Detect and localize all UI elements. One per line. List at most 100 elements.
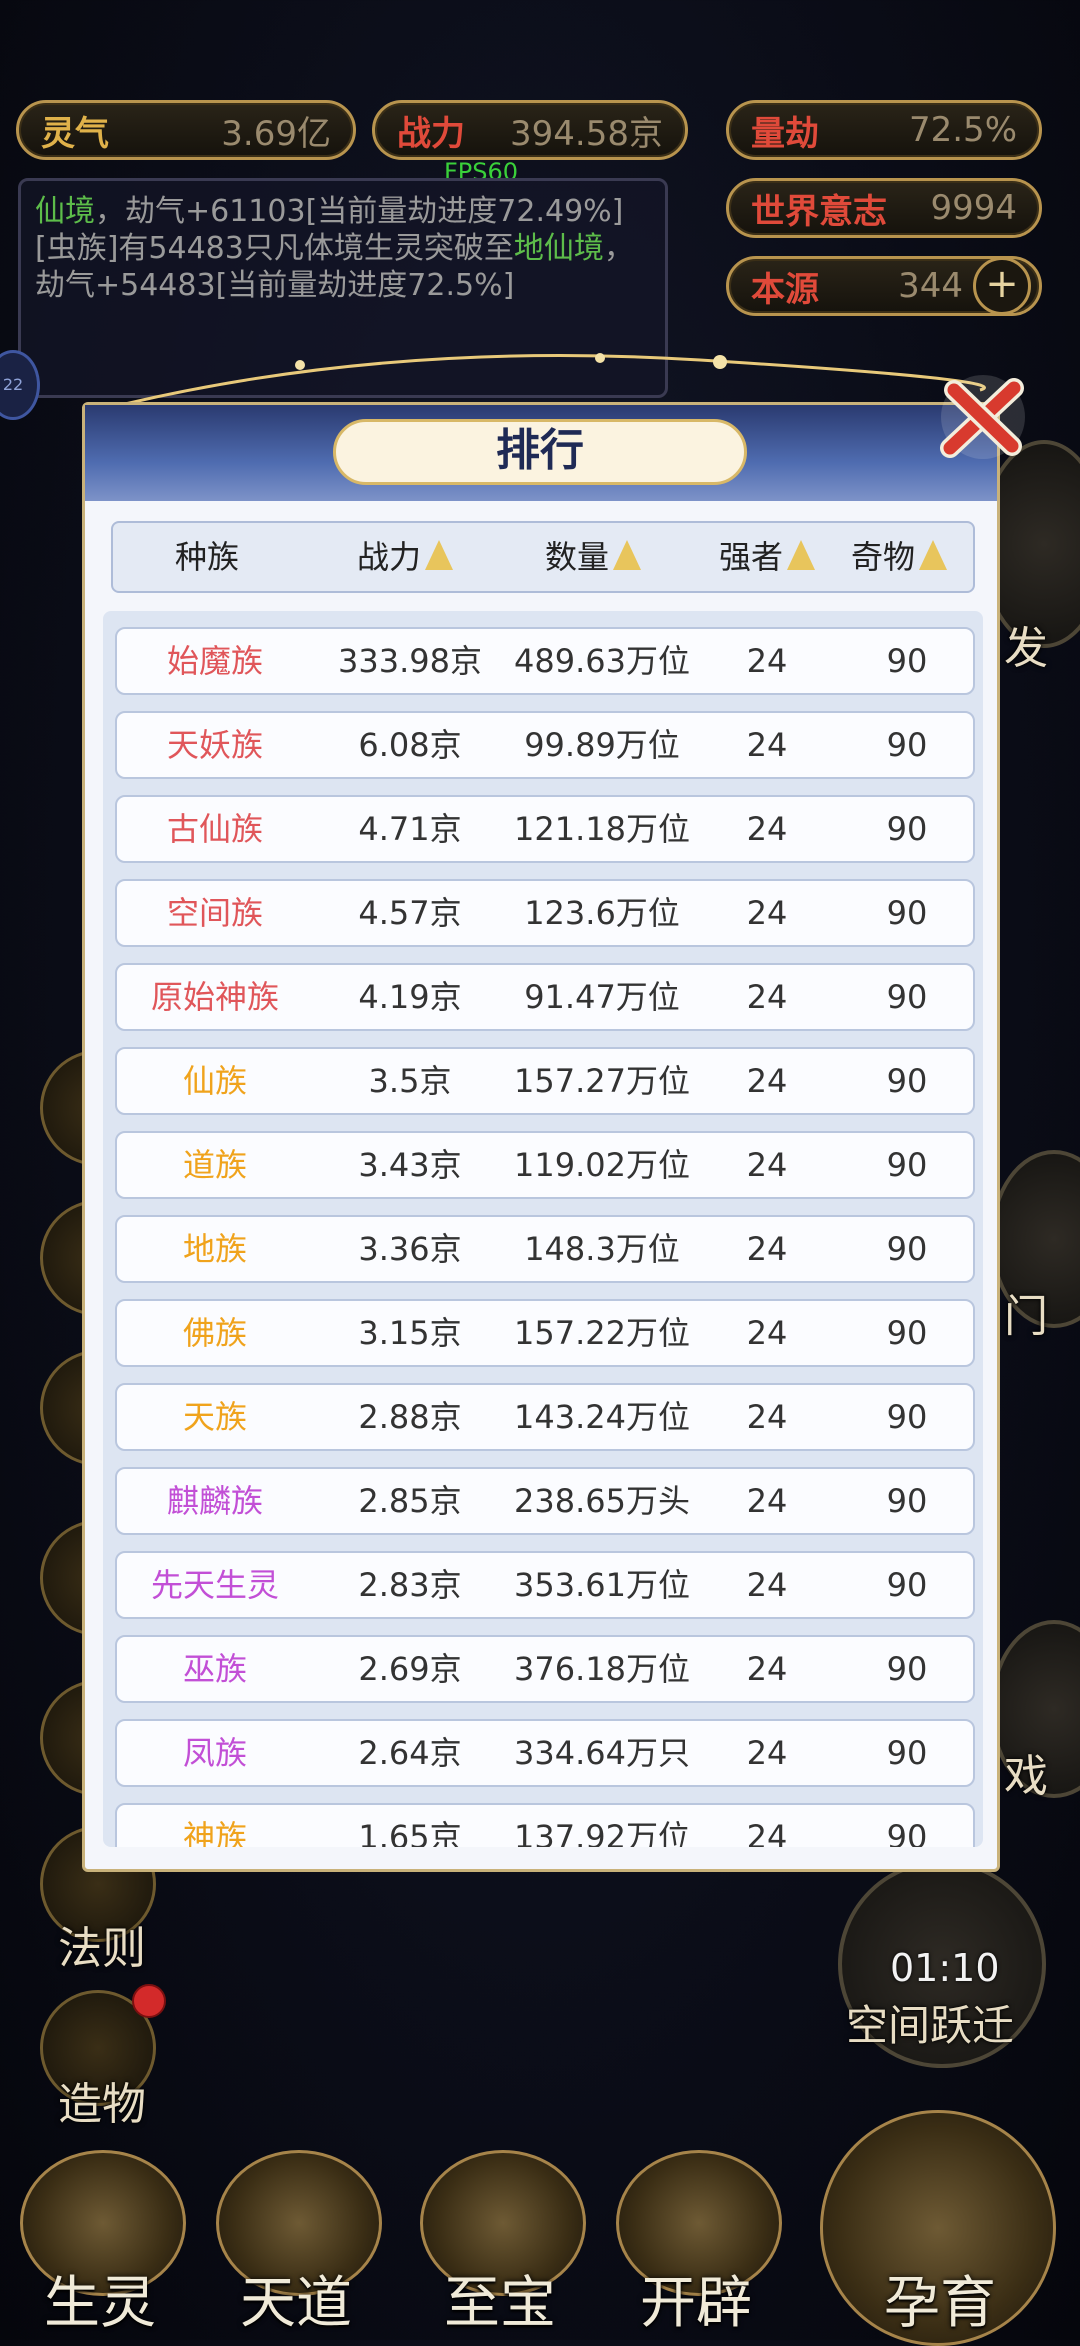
- race-name: 原始神族: [150, 978, 279, 1016]
- ranking-list[interactable]: 始魔族 333.98京 489.63万位 24 90 天妖族 6.08京 99.89万位 24 9…: [103, 611, 983, 1847]
- race-count: 489.63万位: [514, 642, 690, 680]
- notification-dot: [132, 1984, 166, 2018]
- race-count: 376.18万位: [514, 1650, 690, 1688]
- race-item: 90: [886, 1062, 928, 1100]
- race-strong: 24: [746, 1734, 788, 1772]
- race-count: 353.61万位: [514, 1566, 690, 1604]
- race-count: 123.6万位: [524, 894, 680, 932]
- header-count: 数量: [545, 538, 610, 576]
- nav-kai-pi-label: 开辟: [640, 2271, 752, 2336]
- zhanli-label: 战力: [397, 113, 465, 154]
- lingqi-value: 3.69亿: [221, 113, 331, 154]
- table-row[interactable]: 空间族 4.57京 123.6万位 24 90: [115, 879, 975, 947]
- table-row[interactable]: 天妖族 6.08京 99.89万位 24 90: [115, 711, 975, 779]
- table-row[interactable]: 先天生灵 2.83京 353.61万位 24 90: [115, 1551, 975, 1619]
- race-name: 神族: [182, 1818, 247, 1847]
- race-item: 90: [886, 1146, 928, 1184]
- race-count: 99.89万位: [524, 726, 680, 764]
- race-name: 地族: [182, 1230, 247, 1268]
- race-name: 麒麟族: [166, 1482, 263, 1520]
- lingqi-label: 灵气: [41, 113, 109, 154]
- table-row[interactable]: 原始神族 4.19京 91.47万位 24 90: [115, 963, 975, 1031]
- right-peek-label-1: 发: [1004, 623, 1048, 674]
- race-power: 3.36京: [358, 1230, 462, 1268]
- race-count: 121.18万位: [514, 810, 690, 848]
- race-item: 90: [886, 1818, 928, 1847]
- space-jump-label[interactable]: 空间跃迁: [846, 1992, 1014, 2053]
- nav-zhi-bao-label: 至宝: [444, 2271, 556, 2336]
- race-item: 90: [886, 1734, 928, 1772]
- race-item: 90: [886, 810, 928, 848]
- race-strong: 24: [746, 1398, 788, 1436]
- table-row[interactable]: 古仙族 4.71京 121.18万位 24 90: [115, 795, 975, 863]
- race-name: 佛族: [182, 1314, 247, 1352]
- sort-arrow-icon: [613, 540, 642, 570]
- race-item: 90: [886, 642, 928, 680]
- nav-kai-pi[interactable]: 开辟: [606, 2130, 786, 2340]
- nav-tian-dao-label: 天道: [240, 2271, 352, 2336]
- add-benyuan-button[interactable]: +: [973, 257, 1031, 315]
- sort-arrow-icon: [919, 540, 948, 570]
- race-item: 90: [886, 1482, 928, 1520]
- race-strong: 24: [746, 1314, 788, 1352]
- race-power: 4.19京: [358, 978, 462, 1016]
- race-count: 148.3万位: [524, 1230, 680, 1268]
- table-row[interactable]: 凤族 2.64京 334.64万只 24 90: [115, 1719, 975, 1787]
- race-strong: 24: [746, 1566, 788, 1604]
- race-name: 先天生灵: [150, 1566, 279, 1604]
- race-power: 1.65京: [358, 1818, 462, 1847]
- table-row[interactable]: 仙族 3.5京 157.27万位 24 90: [115, 1047, 975, 1115]
- race-power: 6.08京: [358, 726, 462, 764]
- race-count: 157.27万位: [514, 1062, 690, 1100]
- close-icon[interactable]: [936, 370, 1030, 464]
- nav-tian-dao[interactable]: 天道: [206, 2130, 386, 2340]
- race-name: 凤族: [182, 1734, 247, 1772]
- benyuan-stat: 本源 344 +: [726, 256, 1042, 316]
- table-row[interactable]: 麒麟族 2.85京 238.65万头 24 90: [115, 1467, 975, 1535]
- header-power-sort[interactable]: 战力: [357, 523, 454, 591]
- race-count: 119.02万位: [514, 1146, 690, 1184]
- nav-sheng-ling-label: 生灵: [44, 2271, 156, 2336]
- table-row[interactable]: 始魔族 333.98京 489.63万位 24 90: [115, 627, 975, 695]
- header-strong-sort[interactable]: 强者: [719, 523, 816, 591]
- race-item: 90: [886, 1314, 928, 1352]
- race-power: 4.71京: [358, 810, 462, 848]
- table-row[interactable]: 地族 3.36京 148.3万位 24 90: [115, 1215, 975, 1283]
- fa-ze-label[interactable]: 法则: [58, 1912, 146, 1976]
- nav-zhi-bao[interactable]: 至宝: [410, 2130, 590, 2340]
- table-row[interactable]: 佛族 3.15京 157.22万位 24 90: [115, 1299, 975, 1367]
- zhanli-value: 394.58京: [510, 113, 663, 154]
- world-will-value: 9994: [930, 188, 1017, 228]
- nav-sheng-ling[interactable]: 生灵: [10, 2130, 190, 2340]
- race-item: 90: [886, 894, 928, 932]
- race-name: 道族: [182, 1146, 247, 1184]
- benyuan-value: 344: [898, 266, 963, 306]
- race-count: 238.65万头: [514, 1482, 690, 1520]
- modal-header: 排行: [85, 405, 997, 501]
- race-power: 2.69京: [358, 1650, 462, 1688]
- sort-arrow-icon: [787, 540, 816, 570]
- log-text-1: ，劫气+61103[当前量劫进度72.49%]: [95, 194, 624, 229]
- race-power: 2.85京: [358, 1482, 462, 1520]
- table-row[interactable]: 道族 3.43京 119.02万位 24 90: [115, 1131, 975, 1199]
- table-row[interactable]: 巫族 2.69京 376.18万位 24 90: [115, 1635, 975, 1703]
- table-row[interactable]: 神族 1.65京 137.92万位 24 90: [115, 1803, 975, 1847]
- race-name: 仙族: [182, 1062, 247, 1100]
- table-row[interactable]: 天族 2.88京 143.24万位 24 90: [115, 1383, 975, 1451]
- race-item: 90: [886, 726, 928, 764]
- table-header: 种族 战力 数量 强者 奇物: [111, 521, 975, 593]
- nav-yun-yu[interactable]: 孕育: [810, 2110, 1070, 2346]
- liangjie-value: 72.5%: [908, 110, 1017, 150]
- header-item-sort[interactable]: 奇物: [851, 523, 948, 591]
- race-strong: 24: [746, 642, 788, 680]
- world-will-stat[interactable]: 世界意志 9994: [726, 178, 1042, 238]
- liangjie-label: 量劫: [751, 113, 819, 154]
- race-name: 天族: [182, 1398, 247, 1436]
- liangjie-stat[interactable]: 量劫 72.5%: [726, 100, 1042, 160]
- race-power: 2.88京: [358, 1398, 462, 1436]
- race-count: 91.47万位: [524, 978, 680, 1016]
- header-count-sort[interactable]: 数量: [545, 523, 642, 591]
- race-name: 始魔族: [166, 642, 263, 680]
- race-count: 143.24万位: [514, 1398, 690, 1436]
- zao-wu-label[interactable]: 造物: [58, 2068, 146, 2132]
